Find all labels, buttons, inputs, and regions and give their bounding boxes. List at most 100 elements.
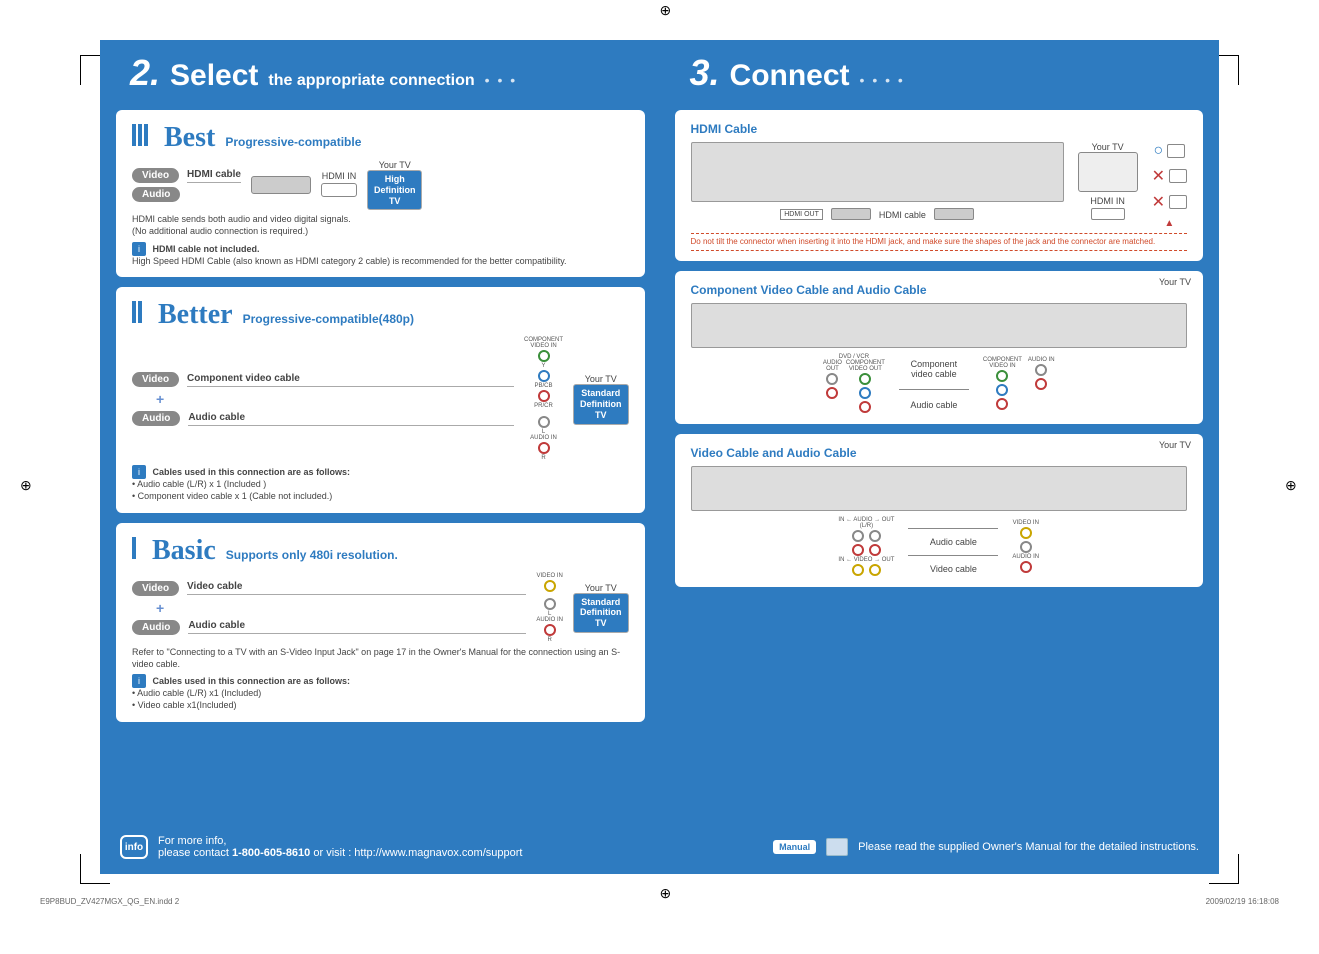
better-heading: Better bbox=[158, 299, 233, 331]
step2-header: 2. Select the appropriate connection • •… bbox=[100, 40, 660, 110]
hd-tv-box: High Definition TV bbox=[367, 170, 423, 210]
circle-icon: ○ bbox=[1153, 142, 1163, 160]
connect-video-card: Your TV Video Cable and Audio Cable IN ←… bbox=[675, 434, 1204, 587]
tv-component-in-jacks: COMPONENT VIDEO IN bbox=[983, 357, 1022, 411]
player-rear-icon bbox=[691, 303, 1188, 348]
basic-card: Basic Supports only 480i resolution. Vid… bbox=[116, 523, 645, 722]
footer-row: info For more info, please contact 1-800… bbox=[100, 829, 1219, 865]
video-pill: Video bbox=[132, 168, 179, 183]
book-icon bbox=[826, 838, 848, 856]
pb-label: PB/CB bbox=[534, 383, 552, 389]
hdmi-in-label: HDMI IN bbox=[321, 171, 357, 181]
audio-pill: Audio bbox=[132, 411, 180, 426]
registration-mark-icon bbox=[660, 885, 674, 899]
best-card: Best Progressive-compatible Video HDMI c… bbox=[116, 110, 645, 277]
hdmi-port-icon bbox=[321, 183, 357, 197]
y-label: Y bbox=[541, 363, 545, 369]
quick-guide-page: 2. Select the appropriate connection • •… bbox=[100, 40, 1219, 874]
manual-tag: Manual bbox=[773, 840, 816, 854]
step2-title: Select bbox=[170, 59, 258, 93]
support-url: or visit : http://www.magnavox.com/suppo… bbox=[310, 847, 522, 859]
basic-refer: Refer to "Connecting to a TV with an S-V… bbox=[132, 647, 629, 670]
basic-heading: Basic bbox=[152, 535, 216, 567]
header-row: 2. Select the appropriate connection • •… bbox=[100, 40, 1219, 110]
r-label: R bbox=[547, 637, 551, 643]
step3-header: 3. Connect • • • • bbox=[660, 40, 1220, 110]
info-bubble-icon: info bbox=[120, 835, 148, 859]
footer-info: For more info, please contact 1-800-605-… bbox=[158, 835, 522, 859]
connect-hdmi-title: HDMI Cable bbox=[691, 122, 1188, 136]
best-note-title: HDMI cable not included. bbox=[153, 244, 260, 254]
component-video-in-label: COMPONENT VIDEO IN bbox=[983, 357, 1022, 369]
info-icon: i bbox=[132, 242, 146, 256]
plus-icon: + bbox=[156, 391, 514, 407]
basic-note-title: Cables used in this connection are as fo… bbox=[153, 676, 351, 686]
pr-label: PR/CR bbox=[534, 403, 553, 409]
dots-icon: • • • bbox=[485, 72, 517, 88]
basic-note: i Cables used in this connection are as … bbox=[132, 674, 629, 711]
r-label: R bbox=[541, 455, 545, 461]
audio-cable-label: Audio cable bbox=[908, 537, 998, 547]
video-in-label: VIDEO IN bbox=[1013, 520, 1039, 526]
hdmi-out-label: HDMI OUT bbox=[780, 209, 823, 220]
best-desc1: HDMI cable sends both audio and video di… bbox=[132, 214, 629, 226]
more-info-label: For more info, bbox=[158, 835, 226, 847]
audio-out-label: AUDIO OUT bbox=[823, 360, 842, 372]
best-note: i HDMI cable not included. High Speed HD… bbox=[132, 242, 629, 268]
basic-note-1: • Audio cable (L/R) x1 (Included) bbox=[132, 688, 261, 698]
audio-in-label: AUDIO IN bbox=[1028, 357, 1055, 363]
connect-hdmi-card: HDMI Cable HDMI OUT HDMI cable Your TV bbox=[675, 110, 1204, 261]
component-cable-label: Component video cable bbox=[187, 373, 514, 387]
tv-icon bbox=[1078, 152, 1138, 192]
basic-note-2: • Video cable x1(Included) bbox=[132, 700, 237, 710]
audio-cable-label: Audio cable bbox=[188, 620, 526, 634]
video-cable-label: Video cable bbox=[187, 581, 526, 595]
contact-label: please contact bbox=[158, 847, 232, 859]
hdmi-port-icon bbox=[1091, 208, 1125, 220]
connector-icon bbox=[1169, 169, 1187, 183]
orientation-guide: ○ ✕ ✕ ▲ bbox=[1152, 142, 1187, 229]
best-sub: Progressive-compatible bbox=[225, 135, 361, 149]
cross-icon: ✕ bbox=[1152, 192, 1165, 212]
better-card: Better Progressive-compatible(480p) Vide… bbox=[116, 287, 645, 512]
connector-icon bbox=[1167, 144, 1185, 158]
video-pill: Video bbox=[132, 372, 179, 387]
yourtv-label: Your TV bbox=[1159, 277, 1191, 287]
audio-in-label: AUDIO IN bbox=[1012, 554, 1039, 560]
video-cable-label: Video cable bbox=[908, 564, 998, 574]
info-icon: i bbox=[132, 674, 146, 688]
quality-bars-icon bbox=[132, 537, 136, 559]
video-pill: Video bbox=[132, 581, 179, 596]
yourtv-label: Your TV bbox=[1078, 142, 1138, 152]
component-jacks: COMPONENT VIDEO IN Y PB/CB PR/CR L AUDIO… bbox=[524, 337, 563, 461]
component-video-in-label: COMPONENT VIDEO IN bbox=[524, 337, 563, 349]
better-sub: Progressive-compatible(480p) bbox=[243, 312, 414, 326]
sd-tv-box: Standard Definition TV bbox=[573, 384, 629, 424]
better-note-2: • Component video cable x 1 (Cable not i… bbox=[132, 491, 332, 501]
hdmi-plug-icon bbox=[934, 208, 974, 220]
best-heading: Best bbox=[164, 122, 215, 154]
basic-sub: Supports only 480i resolution. bbox=[226, 548, 398, 562]
hdmi-plug-icon bbox=[831, 208, 871, 220]
player-av-jacks: IN ← AUDIO → OUT (L/R) IN ← VIDEO → OUT bbox=[838, 517, 894, 577]
yourtv-label: Your TV bbox=[367, 160, 423, 170]
video-in-label: VIDEO IN bbox=[536, 573, 562, 579]
hdmi-cable-label: HDMI cable bbox=[879, 210, 926, 220]
player-rear-icon bbox=[691, 466, 1188, 511]
dots-icon: • • • • bbox=[860, 72, 905, 88]
quality-bars-icon bbox=[132, 124, 148, 146]
tv-av-in-jacks: VIDEO IN AUDIO IN bbox=[1012, 520, 1039, 574]
select-column: Best Progressive-compatible Video HDMI c… bbox=[116, 110, 645, 829]
step3-title: Connect bbox=[730, 59, 850, 93]
tv-audio-in-jacks: AUDIO IN bbox=[1028, 357, 1055, 411]
manual-text: Please read the supplied Owner's Manual … bbox=[858, 841, 1199, 853]
yourtv-label: Your TV bbox=[1159, 440, 1191, 450]
connect-component-card: Your TV Component Video Cable and Audio … bbox=[675, 271, 1204, 424]
component-cable-label: Component video cable bbox=[899, 359, 969, 379]
connect-video-title: Video Cable and Audio Cable bbox=[691, 446, 1188, 460]
quality-bars-icon bbox=[132, 301, 142, 323]
best-desc2: (No additional audio connection is requi… bbox=[132, 226, 629, 238]
cross-icon: ✕ bbox=[1152, 166, 1165, 186]
best-note-body: High Speed HDMI Cable (also known as HDM… bbox=[132, 256, 567, 266]
audio-in-label: AUDIO IN bbox=[536, 617, 563, 623]
